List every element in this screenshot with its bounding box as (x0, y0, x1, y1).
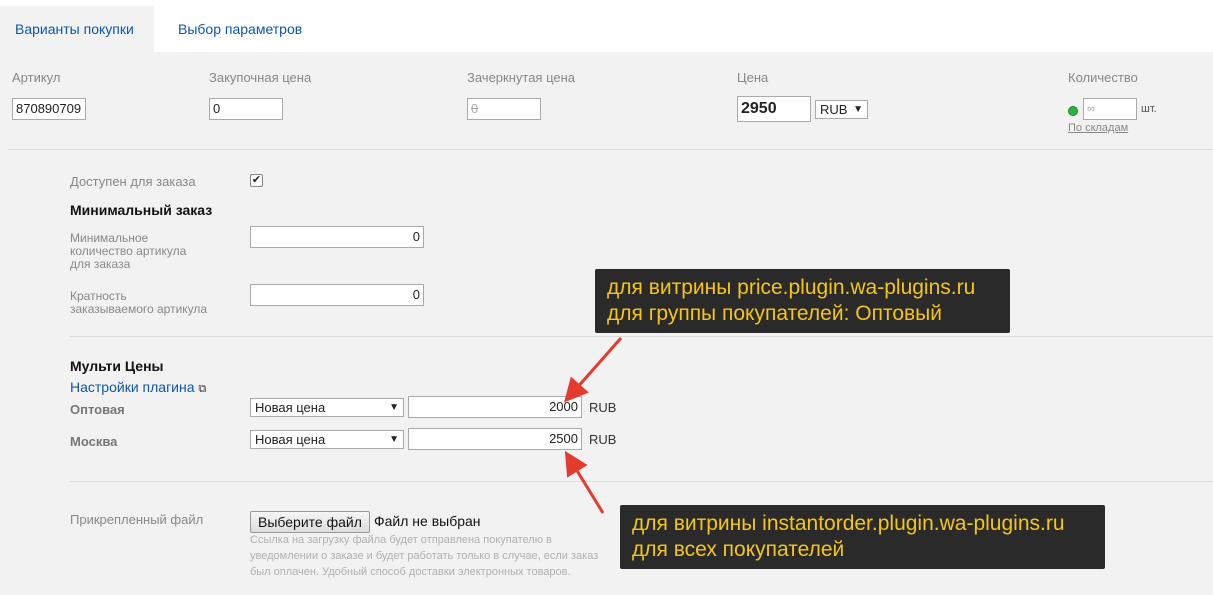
callout-line: для всех покупателей (632, 538, 845, 561)
callout-wholesale: для витрины price.plugin.wa-plugins.ru д… (595, 269, 1010, 333)
callout-line: для витрины price.plugin.wa-plugins.ru (607, 276, 976, 299)
callout-line: для витрины instantorder.plugin.wa-plugi… (632, 512, 1065, 535)
callout-line: для группы покупателей: Оптовый (607, 302, 942, 325)
callout-all-customers: для витрины instantorder.plugin.wa-plugi… (620, 505, 1105, 569)
arrow-to-wholesale-price (564, 337, 623, 403)
arrow-to-moscow-price (564, 450, 605, 514)
